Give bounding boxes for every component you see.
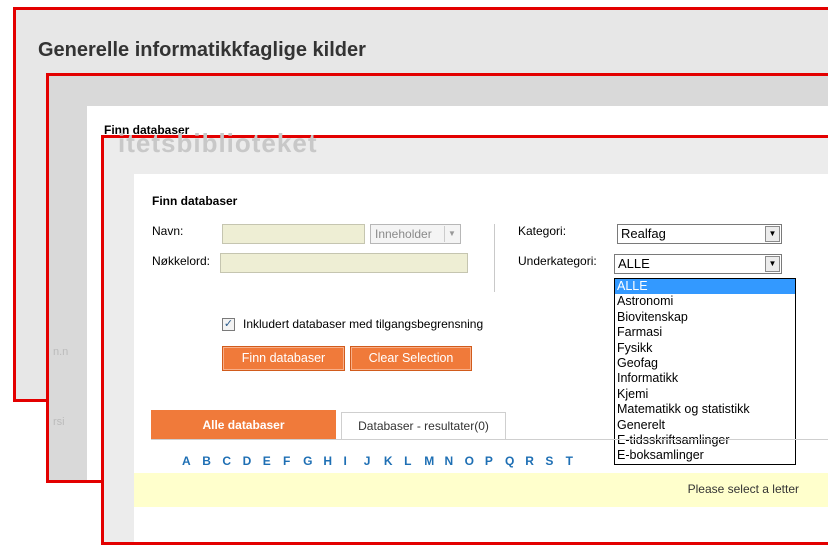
front-screenshot-frame: itetsbiblioteket Finn databaser Navn: In… [101, 128, 828, 545]
letter-link[interactable]: R [525, 454, 545, 468]
subcategory-option[interactable]: Farmasi [615, 325, 795, 340]
subcategory-option[interactable]: Informatikk [615, 371, 795, 386]
subcategory-option[interactable]: Generelt [615, 418, 795, 433]
notice-bar: Please select a letter [134, 473, 828, 507]
library-ghost-text-front: itetsbiblioteket [118, 128, 318, 158]
letter-link[interactable]: E [263, 454, 283, 468]
notice-text: Please select a letter [687, 482, 799, 496]
subcategory-option[interactable]: Kjemi [615, 387, 795, 402]
keyword-label: Nøkkelord: [152, 254, 211, 268]
include-restricted-checkbox[interactable]: ✓ [222, 318, 235, 331]
category-select[interactable]: Realfag ▼ [617, 224, 782, 244]
chevron-down-icon: ▼ [765, 256, 780, 272]
letter-link[interactable]: A [182, 454, 202, 468]
subcategory-option[interactable]: E-tidsskriftsamlinger [615, 433, 795, 448]
middle-ghost-text-2: rsi [53, 416, 65, 428]
chevron-down-icon: ▼ [765, 226, 780, 242]
subcategory-option[interactable]: Matematikk og statistikk [615, 402, 795, 417]
clear-selection-button[interactable]: Clear Selection [350, 346, 472, 371]
letter-link[interactable]: P [485, 454, 505, 468]
find-databases-panel: Finn databaser Navn: Inneholder ▼ Nøkkel… [134, 174, 828, 542]
letter-link[interactable]: S [545, 454, 565, 468]
tab-all-databases[interactable]: Alle databaser [151, 410, 336, 440]
letter-link[interactable]: N [444, 454, 464, 468]
letter-link[interactable]: G [303, 454, 323, 468]
subcategory-label: Underkategori: [518, 254, 597, 268]
tab-underline [151, 439, 828, 440]
panel-title: Finn databaser [152, 194, 238, 208]
middle-ghost-text: n.n [53, 346, 69, 358]
subcategory-option[interactable]: ALLE [615, 279, 795, 295]
page-title: Generelle informatikkfaglige kilder [38, 39, 366, 61]
chevron-down-icon: ▼ [444, 226, 459, 242]
name-input[interactable] [222, 224, 365, 244]
keyword-input[interactable] [220, 253, 468, 273]
category-label: Kategori: [518, 224, 567, 238]
subcategory-option[interactable]: Geofag [615, 356, 795, 371]
subcategory-value: ALLE [618, 256, 650, 271]
letter-link[interactable]: H [323, 454, 343, 468]
category-value: Realfag [621, 226, 666, 241]
letter-link[interactable]: D [243, 454, 263, 468]
subcategory-option[interactable]: Biovitenskap [615, 310, 795, 325]
find-databases-button[interactable]: Finn databaser [222, 346, 345, 371]
letter-link[interactable]: L [404, 454, 424, 468]
letter-link[interactable]: O [465, 454, 485, 468]
match-mode-value: Inneholder [375, 227, 432, 241]
subcategory-select[interactable]: ALLE ▼ [614, 254, 782, 274]
subcategory-option[interactable]: E-boksamlinger [615, 448, 795, 463]
subcategory-dropdown-list[interactable]: ALLE Astronomi Biovitenskap Farmasi Fysi… [614, 278, 796, 465]
letter-link[interactable]: J [364, 454, 384, 468]
subcategory-option[interactable]: Astronomi [615, 294, 795, 309]
match-mode-select[interactable]: Inneholder ▼ [370, 224, 461, 244]
letter-link[interactable]: F [283, 454, 303, 468]
letter-link[interactable]: M [424, 454, 444, 468]
letter-link[interactable]: T [566, 454, 586, 468]
letter-link[interactable]: Q [505, 454, 525, 468]
name-label: Navn: [152, 224, 184, 238]
letter-link[interactable]: K [384, 454, 404, 468]
tab-database-results[interactable]: Databaser - resultater(0) [341, 412, 506, 440]
include-restricted-label: Inkludert databaser med tilgangsbegrensn… [243, 317, 484, 331]
letter-link[interactable]: I [344, 454, 364, 468]
letter-index: ABCDEFGHIJKLMNOPQRST [182, 454, 586, 468]
letter-link[interactable]: C [222, 454, 242, 468]
subcategory-option[interactable]: Fysikk [615, 341, 795, 356]
letter-link[interactable]: B [202, 454, 222, 468]
vertical-divider [494, 224, 495, 292]
